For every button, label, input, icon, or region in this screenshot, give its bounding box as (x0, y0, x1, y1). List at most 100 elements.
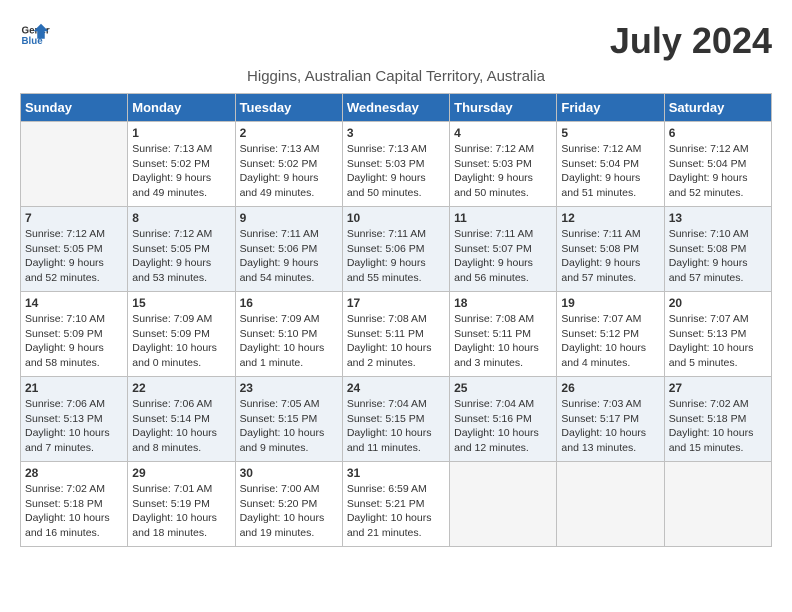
day-info: Sunrise: 7:07 AM Sunset: 5:13 PM Dayligh… (669, 312, 767, 371)
day-info: Sunrise: 7:08 AM Sunset: 5:11 PM Dayligh… (454, 312, 552, 371)
day-info: Sunrise: 7:07 AM Sunset: 5:12 PM Dayligh… (561, 312, 659, 371)
calendar-cell: 16 Sunrise: 7:09 AM Sunset: 5:10 PM Dayli… (235, 292, 342, 377)
day-number: 24 (347, 381, 445, 395)
calendar-cell: 13 Sunrise: 7:10 AM Sunset: 5:08 PM Dayli… (664, 207, 771, 292)
calendar-cell: 20 Sunrise: 7:07 AM Sunset: 5:13 PM Dayli… (664, 292, 771, 377)
day-number: 5 (561, 126, 659, 140)
calendar-cell: 15 Sunrise: 7:09 AM Sunset: 5:09 PM Dayli… (128, 292, 235, 377)
logo-icon: General Blue (20, 20, 50, 50)
calendar-cell: 14 Sunrise: 7:10 AM Sunset: 5:09 PM Dayli… (21, 292, 128, 377)
day-number: 17 (347, 296, 445, 310)
calendar-cell: 22Sunrise: 7:06 AM Sunset: 5:14 PM Dayli… (128, 377, 235, 462)
day-info: Sunrise: 7:12 AM Sunset: 5:05 PM Dayligh… (132, 227, 230, 286)
day-info: Sunrise: 7:02 AM Sunset: 5:18 PM Dayligh… (25, 482, 123, 541)
calendar-day-header: Tuesday (235, 94, 342, 122)
calendar-day-header: Friday (557, 94, 664, 122)
calendar-cell (450, 462, 557, 547)
day-number: 29 (132, 466, 230, 480)
day-info: Sunrise: 7:12 AM Sunset: 5:05 PM Dayligh… (25, 227, 123, 286)
month-year-title: July 2024 (610, 20, 772, 62)
calendar-cell: 5 Sunrise: 7:12 AM Sunset: 5:04 PM Daylig… (557, 122, 664, 207)
day-info: Sunrise: 7:01 AM Sunset: 5:19 PM Dayligh… (132, 482, 230, 541)
location-subtitle: Higgins, Australian Capital Territory, A… (20, 68, 772, 85)
day-number: 31 (347, 466, 445, 480)
calendar-week-row: 1 Sunrise: 7:13 AM Sunset: 5:02 PM Daylig… (21, 122, 772, 207)
day-info: Sunrise: 7:13 AM Sunset: 5:02 PM Dayligh… (240, 142, 338, 201)
page-header: General Blue July 2024 (20, 20, 772, 62)
day-info: Sunrise: 7:11 AM Sunset: 5:07 PM Dayligh… (454, 227, 552, 286)
day-info: Sunrise: 7:10 AM Sunset: 5:08 PM Dayligh… (669, 227, 767, 286)
day-info: Sunrise: 7:11 AM Sunset: 5:08 PM Dayligh… (561, 227, 659, 286)
day-info: Sunrise: 7:05 AM Sunset: 5:15 PM Dayligh… (240, 397, 338, 456)
calendar-cell: 1Sunrise: 7:13 AM Sunset: 5:02 PM Daylig… (128, 122, 235, 207)
calendar-cell: 19 Sunrise: 7:07 AM Sunset: 5:12 PM Dayli… (557, 292, 664, 377)
day-number: 27 (669, 381, 767, 395)
calendar-cell: 27 Sunrise: 7:02 AM Sunset: 5:18 PM Dayli… (664, 377, 771, 462)
calendar-cell: 24 Sunrise: 7:04 AM Sunset: 5:15 PM Dayli… (342, 377, 449, 462)
day-number: 19 (561, 296, 659, 310)
day-number: 14 (25, 296, 123, 310)
day-number: 1 (132, 126, 230, 140)
title-area: July 2024 (610, 20, 772, 62)
day-info: Sunrise: 7:09 AM Sunset: 5:09 PM Dayligh… (132, 312, 230, 371)
day-info: Sunrise: 7:04 AM Sunset: 5:16 PM Dayligh… (454, 397, 552, 456)
day-info: Sunrise: 7:09 AM Sunset: 5:10 PM Dayligh… (240, 312, 338, 371)
calendar-week-row: 28Sunrise: 7:02 AM Sunset: 5:18 PM Dayli… (21, 462, 772, 547)
calendar-cell: 8Sunrise: 7:12 AM Sunset: 5:05 PM Daylig… (128, 207, 235, 292)
calendar-day-header: Wednesday (342, 94, 449, 122)
calendar-cell: 9Sunrise: 7:11 AM Sunset: 5:06 PM Daylig… (235, 207, 342, 292)
day-number: 6 (669, 126, 767, 140)
calendar-table: SundayMondayTuesdayWednesdayThursdayFrid… (20, 93, 772, 547)
day-info: Sunrise: 7:11 AM Sunset: 5:06 PM Dayligh… (347, 227, 445, 286)
day-info: Sunrise: 7:00 AM Sunset: 5:20 PM Dayligh… (240, 482, 338, 541)
calendar-cell: 12 Sunrise: 7:11 AM Sunset: 5:08 PM Dayli… (557, 207, 664, 292)
day-number: 10 (347, 211, 445, 225)
calendar-cell: 31 Sunrise: 6:59 AM Sunset: 5:21 PM Dayli… (342, 462, 449, 547)
calendar-cell: 10 Sunrise: 7:11 AM Sunset: 5:06 PM Dayli… (342, 207, 449, 292)
calendar-week-row: 14 Sunrise: 7:10 AM Sunset: 5:09 PM Dayli… (21, 292, 772, 377)
calendar-cell: 29 Sunrise: 7:01 AM Sunset: 5:19 PM Dayli… (128, 462, 235, 547)
calendar-cell: 28Sunrise: 7:02 AM Sunset: 5:18 PM Dayli… (21, 462, 128, 547)
day-number: 26 (561, 381, 659, 395)
day-number: 12 (561, 211, 659, 225)
calendar-day-header: Saturday (664, 94, 771, 122)
calendar-day-header: Sunday (21, 94, 128, 122)
day-info: Sunrise: 7:04 AM Sunset: 5:15 PM Dayligh… (347, 397, 445, 456)
calendar-cell: 7 Sunrise: 7:12 AM Sunset: 5:05 PM Daylig… (21, 207, 128, 292)
day-number: 4 (454, 126, 552, 140)
calendar-cell (21, 122, 128, 207)
day-number: 20 (669, 296, 767, 310)
calendar-cell: 25Sunrise: 7:04 AM Sunset: 5:16 PM Dayli… (450, 377, 557, 462)
day-info: Sunrise: 7:10 AM Sunset: 5:09 PM Dayligh… (25, 312, 123, 371)
day-info: Sunrise: 7:06 AM Sunset: 5:13 PM Dayligh… (25, 397, 123, 456)
day-number: 30 (240, 466, 338, 480)
day-number: 18 (454, 296, 552, 310)
calendar-cell (557, 462, 664, 547)
day-number: 7 (25, 211, 123, 225)
day-info: Sunrise: 7:12 AM Sunset: 5:03 PM Dayligh… (454, 142, 552, 201)
day-info: Sunrise: 6:59 AM Sunset: 5:21 PM Dayligh… (347, 482, 445, 541)
calendar-day-header: Thursday (450, 94, 557, 122)
day-number: 23 (240, 381, 338, 395)
calendar-cell: 6 Sunrise: 7:12 AM Sunset: 5:04 PM Daylig… (664, 122, 771, 207)
calendar-cell: 30 Sunrise: 7:00 AM Sunset: 5:20 PM Dayli… (235, 462, 342, 547)
day-info: Sunrise: 7:03 AM Sunset: 5:17 PM Dayligh… (561, 397, 659, 456)
day-number: 9 (240, 211, 338, 225)
calendar-cell: 17 Sunrise: 7:08 AM Sunset: 5:11 PM Dayli… (342, 292, 449, 377)
day-info: Sunrise: 7:02 AM Sunset: 5:18 PM Dayligh… (669, 397, 767, 456)
calendar-cell: 11Sunrise: 7:11 AM Sunset: 5:07 PM Dayli… (450, 207, 557, 292)
day-number: 16 (240, 296, 338, 310)
calendar-header-row: SundayMondayTuesdayWednesdayThursdayFrid… (21, 94, 772, 122)
calendar-week-row: 7 Sunrise: 7:12 AM Sunset: 5:05 PM Daylig… (21, 207, 772, 292)
day-info: Sunrise: 7:13 AM Sunset: 5:03 PM Dayligh… (347, 142, 445, 201)
calendar-cell: 23 Sunrise: 7:05 AM Sunset: 5:15 PM Dayli… (235, 377, 342, 462)
day-info: Sunrise: 7:12 AM Sunset: 5:04 PM Dayligh… (669, 142, 767, 201)
day-info: Sunrise: 7:08 AM Sunset: 5:11 PM Dayligh… (347, 312, 445, 371)
day-info: Sunrise: 7:12 AM Sunset: 5:04 PM Dayligh… (561, 142, 659, 201)
calendar-cell (664, 462, 771, 547)
calendar-cell: 21Sunrise: 7:06 AM Sunset: 5:13 PM Dayli… (21, 377, 128, 462)
calendar-week-row: 21Sunrise: 7:06 AM Sunset: 5:13 PM Dayli… (21, 377, 772, 462)
day-info: Sunrise: 7:06 AM Sunset: 5:14 PM Dayligh… (132, 397, 230, 456)
day-number: 13 (669, 211, 767, 225)
day-number: 15 (132, 296, 230, 310)
